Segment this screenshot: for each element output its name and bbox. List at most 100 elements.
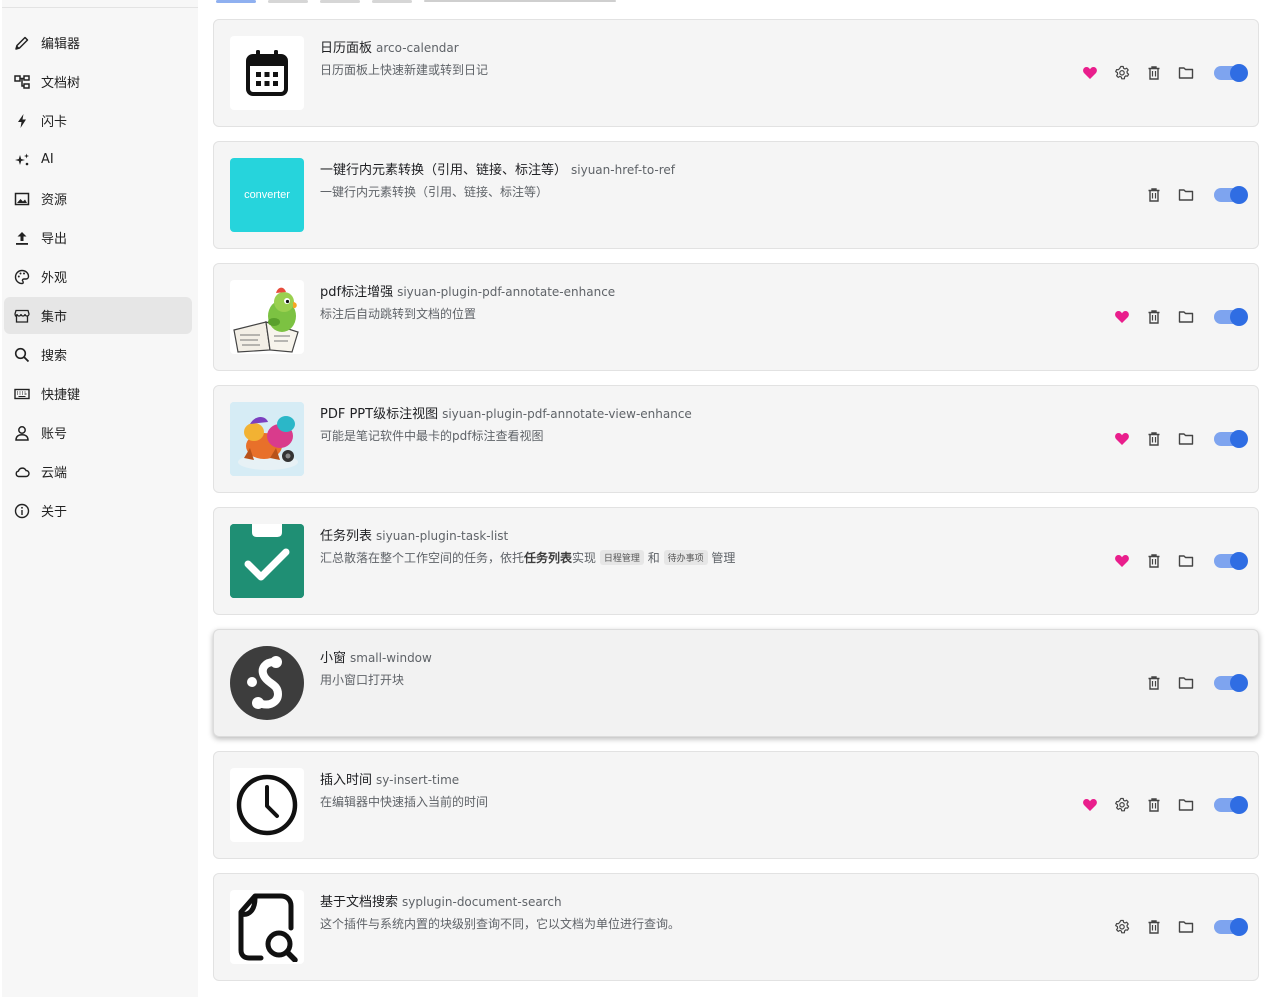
enable-toggle[interactable] [1214,64,1248,82]
palette-icon [13,268,31,286]
enable-toggle[interactable] [1214,308,1248,326]
enable-toggle[interactable] [1214,552,1248,570]
plugin-card[interactable]: 小窗 small-window 用小窗口打开块 [213,629,1259,737]
sidebar-item-label: 关于 [41,505,68,520]
plugin-package: siyuan-plugin-pdf-annotate-enhance [397,285,616,299]
sparkle-icon [13,151,31,169]
heart-icon[interactable] [1106,549,1138,573]
info-icon [13,502,31,520]
enable-toggle[interactable] [1214,430,1248,448]
gear-icon[interactable] [1106,61,1138,85]
plugin-card[interactable]: 插入时间 sy-insert-time 在编辑器中快速插入当前的时间 [213,751,1259,859]
desc-tag: 待办事项 [663,550,708,565]
settings-window: 编辑器 文档树 闪卡 AI 资源 导出 外观 集市 搜索 快捷键 账号 云端 关… [0,0,1270,997]
sidebar-item-editor[interactable]: 编辑器 [4,24,192,61]
sidebar-item-assets[interactable]: 资源 [4,180,192,217]
plugin-name: 任务列表 [320,529,373,544]
enable-toggle[interactable] [1214,186,1248,204]
calendar-icon [230,36,304,110]
sidebar-item-appearance[interactable]: 外观 [4,258,192,295]
sidebar-item-cloud[interactable]: 云端 [4,453,192,490]
folder-icon[interactable] [1170,671,1202,695]
plugin-description: 在编辑器中快速插入当前的时间 [320,795,489,809]
plugin-card[interactable]: pdf标注增强 siyuan-plugin-pdf-annotate-enhanc… [213,263,1259,371]
plugin-name: 小窗 [320,651,347,666]
clock-icon [230,768,304,842]
plugin-card[interactable]: converter 一键行内元素转换（引用、链接、标注等） siyuan-href… [213,141,1259,249]
folder-icon[interactable] [1170,305,1202,329]
enable-toggle[interactable] [1214,918,1248,936]
sidebar-item-marketplace[interactable]: 集市 [4,297,192,334]
plugin-title: 插入时间 sy-insert-time [320,769,459,788]
plugin-title: 小窗 small-window [320,647,432,666]
small-window-logo-icon [230,646,304,720]
desc-text: 管理 [711,551,736,565]
trash-icon[interactable] [1138,549,1170,573]
image-icon [13,190,31,208]
folder-icon[interactable] [1170,183,1202,207]
gear-icon[interactable] [1106,915,1138,939]
sidebar-item-label: 快捷键 [41,388,81,403]
cloud-icon [13,463,31,481]
plugin-package: siyuan-href-to-ref [571,163,676,177]
desc-bold: 任务列表 [524,551,573,565]
tab-indicator[interactable] [372,0,412,3]
marketplace-tabs-strip [216,0,616,4]
plugin-description: 一键行内元素转换（引用、链接、标注等） [320,185,549,199]
sidebar-item-flashcard[interactable]: 闪卡 [4,102,192,139]
sidebar-item-search[interactable]: 搜索 [4,336,192,373]
folder-icon[interactable] [1170,915,1202,939]
trash-icon[interactable] [1138,61,1170,85]
store-icon [13,307,31,325]
desc-text: 汇总散落在整个工作空间的任务，依托 [320,551,525,565]
plugin-description: 标注后自动跳转到文档的位置 [320,307,477,321]
heart-icon[interactable] [1074,61,1106,85]
trash-icon[interactable] [1138,915,1170,939]
enable-toggle[interactable] [1214,796,1248,814]
gear-icon[interactable] [1106,793,1138,817]
folder-icon[interactable] [1170,793,1202,817]
plugin-card[interactable]: 日历面板 arco-calendar 日历面板上快速新建或转到日记 [213,19,1259,127]
trash-icon[interactable] [1138,671,1170,695]
parrot-reading-icon [230,280,304,354]
plugin-card[interactable]: 基于文档搜索 syplugin-document-search 这个插件与系统内置… [213,873,1259,981]
folder-icon[interactable] [1170,549,1202,573]
sidebar-item-label: AI [41,152,54,167]
sidebar-item-label: 集市 [41,310,68,325]
tab-indicator[interactable] [268,0,308,3]
tab-indicator[interactable] [216,0,256,3]
heart-icon[interactable] [1074,793,1106,817]
search-input-underline[interactable] [424,0,616,2]
plugin-card[interactable]: 任务列表 siyuan-plugin-task-list 汇总散落在整个工作空间的… [213,507,1259,615]
heart-icon[interactable] [1106,305,1138,329]
sidebar-item-file-tree[interactable]: 文档树 [4,63,192,100]
enable-toggle[interactable] [1214,674,1248,692]
folder-icon[interactable] [1170,61,1202,85]
plugin-actions [1138,142,1248,248]
sidebar-item-about[interactable]: 关于 [4,492,192,529]
tab-indicator[interactable] [320,0,360,3]
folder-icon[interactable] [1170,427,1202,451]
sidebar-item-keymap[interactable]: 快捷键 [4,375,192,412]
desc-tag: 日程管理 [599,550,644,565]
sidebar-item-label: 闪卡 [41,115,68,130]
plugin-title: 任务列表 siyuan-plugin-task-list [320,525,508,544]
sidebar-item-ai[interactable]: AI [4,141,192,178]
sidebar-item-label: 外观 [41,271,68,286]
plugin-card[interactable]: PDF PPT级标注视图 siyuan-plugin-pdf-annotate-v… [213,385,1259,493]
trash-icon[interactable] [1138,427,1170,451]
sidebar-item-export[interactable]: 导出 [4,219,192,256]
sidebar-item-label: 资源 [41,193,68,208]
trash-icon[interactable] [1138,305,1170,329]
plugin-description: 汇总散落在整个工作空间的任务，依托任务列表实现 日程管理 和 待办事项 管理 [320,549,735,566]
doc-search-icon [230,890,304,964]
plugin-actions [1106,508,1248,614]
sidebar-item-account[interactable]: 账号 [4,414,192,451]
trash-icon[interactable] [1138,183,1170,207]
heart-icon[interactable] [1106,427,1138,451]
plugin-package: small-window [350,651,432,665]
trash-icon[interactable] [1138,793,1170,817]
plugin-actions [1106,264,1248,370]
lightning-icon [13,112,31,130]
plugin-package: sy-insert-time [376,773,460,787]
